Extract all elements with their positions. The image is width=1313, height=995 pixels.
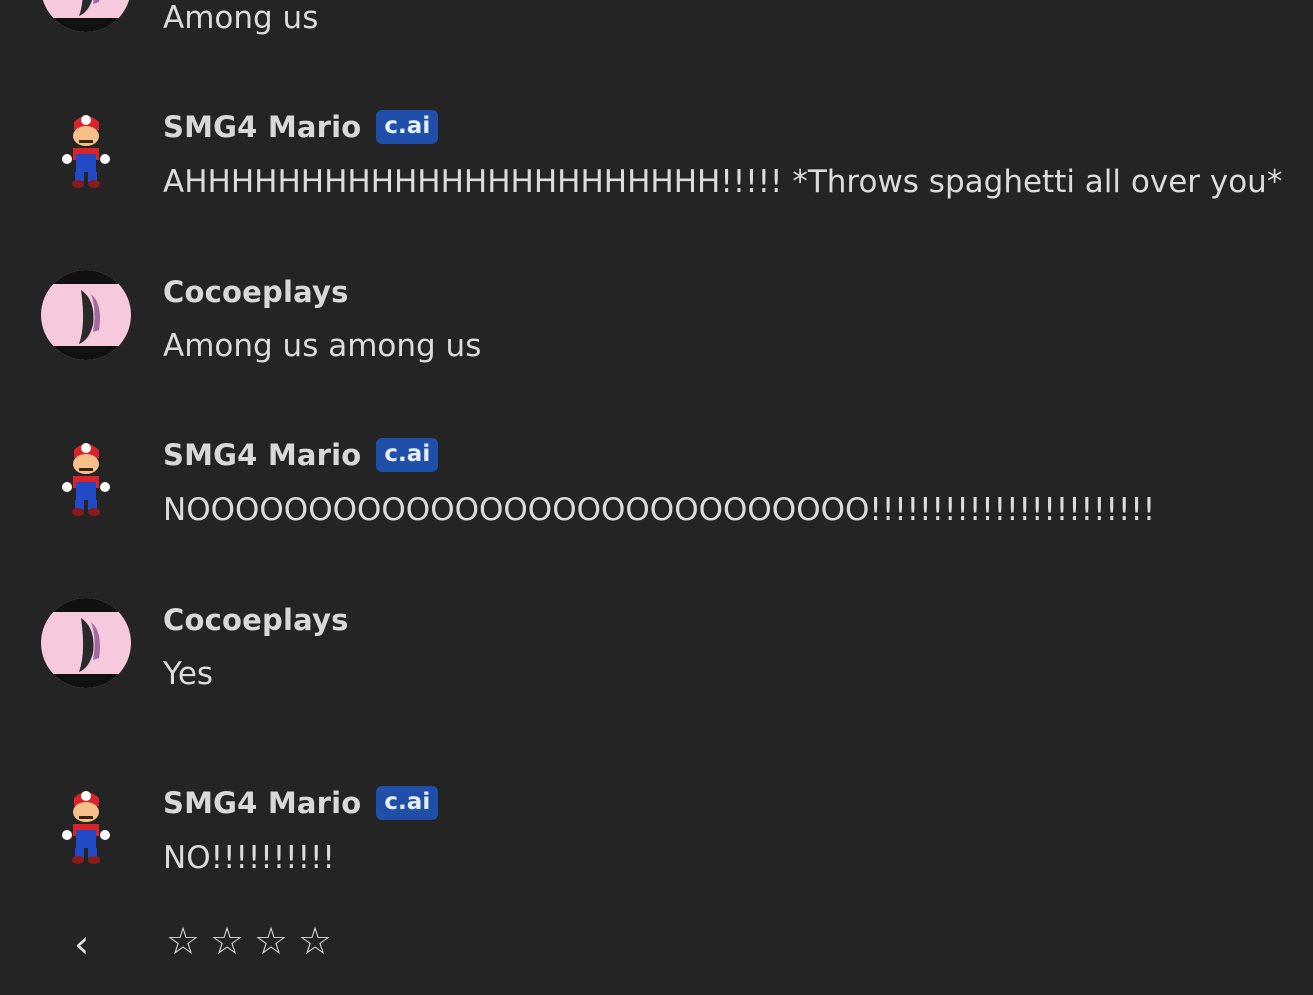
author-row: Cocoeplays [163, 603, 349, 637]
star-outline-icon[interactable]: ☆ [298, 916, 332, 966]
mario-avatar[interactable] [41, 432, 131, 522]
message-text: Yes [163, 656, 214, 692]
cocoe-avatar[interactable] [41, 270, 131, 360]
message-text: NOOOOOOOOOOOOOOOOOOOOOOOOOOOO!!!!!!!!!!!… [163, 492, 1156, 528]
star-outline-icon[interactable]: ☆ [254, 916, 288, 966]
cai-badge: c.ai [376, 438, 439, 472]
author-row: Cocoeplays [163, 275, 349, 309]
message-text: NO!!!!!!!!!! [163, 840, 335, 876]
chat-window: Among us SMG4 Mario c.ai AHHHHHHHHHHHHHH… [0, 0, 1313, 995]
author-row: SMG4 Mario c.ai [163, 438, 439, 472]
cocoe-avatar[interactable] [41, 598, 131, 688]
author-name: Cocoeplays [163, 275, 349, 309]
rating-bar: ‹ ☆ ☆ ☆ ☆ [0, 910, 1313, 980]
star-outline-icon[interactable]: ☆ [210, 916, 244, 966]
cai-badge: c.ai [376, 786, 439, 820]
cai-badge: c.ai [376, 110, 439, 144]
mario-avatar[interactable] [41, 780, 131, 870]
author-name: SMG4 Mario [163, 438, 362, 472]
cocoe-avatar[interactable] [41, 0, 131, 32]
message-text: Among us among us [163, 328, 482, 364]
author-name: SMG4 Mario [163, 110, 362, 144]
star-outline-icon[interactable]: ☆ [166, 916, 200, 966]
star-rating: ☆ ☆ ☆ ☆ [166, 916, 332, 966]
chevron-left-icon[interactable]: ‹ [74, 924, 108, 964]
mario-avatar[interactable] [41, 104, 131, 194]
author-row: SMG4 Mario c.ai [163, 786, 439, 820]
author-name: SMG4 Mario [163, 786, 362, 820]
author-name: Cocoeplays [163, 603, 349, 637]
message-text: AHHHHHHHHHHHHHHHHHHHHHHH!!!!! *Throws sp… [163, 164, 1283, 200]
message-text: Among us [163, 0, 319, 36]
author-row: SMG4 Mario c.ai [163, 110, 439, 144]
